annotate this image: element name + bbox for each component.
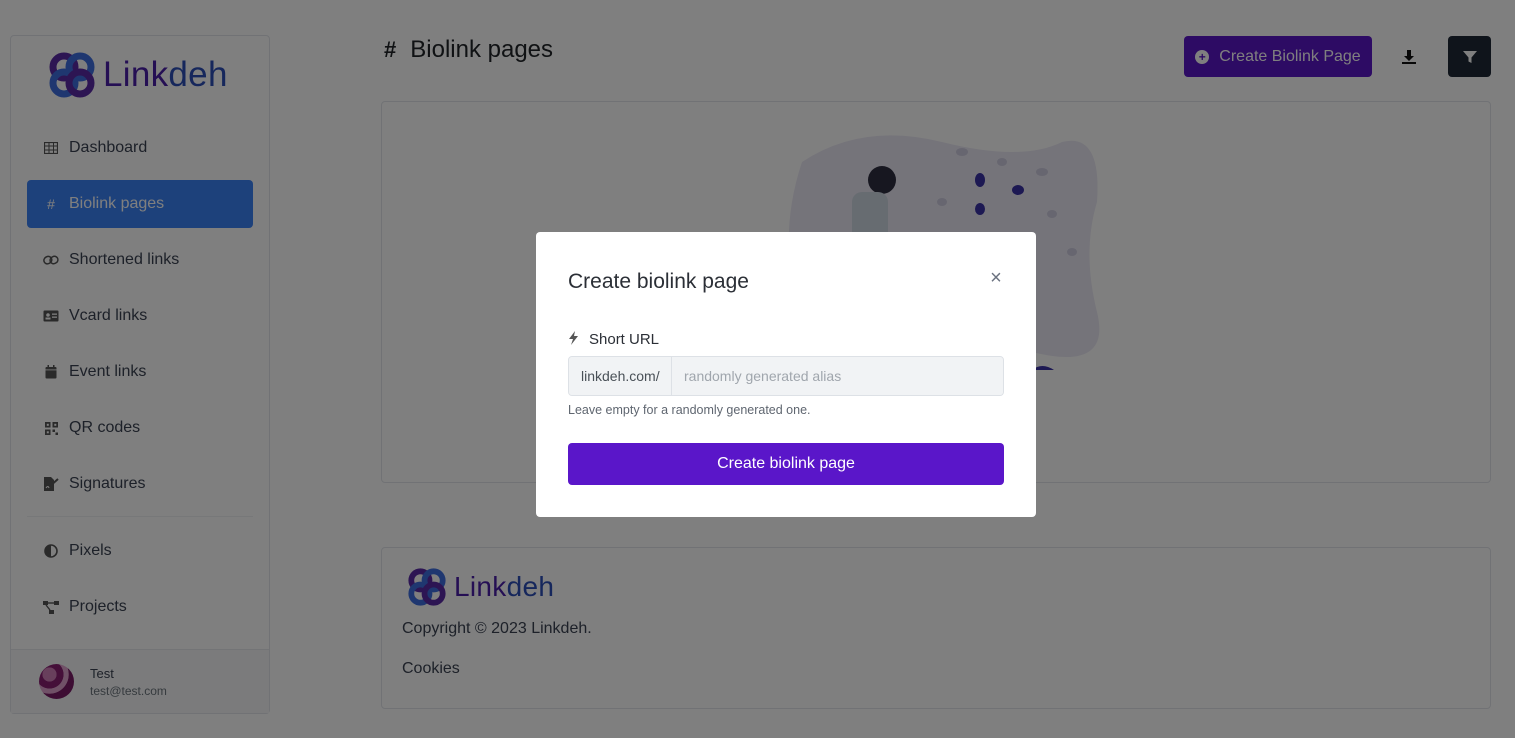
- alias-input[interactable]: [672, 357, 1003, 395]
- short-url-label: Short URL: [568, 331, 659, 348]
- create-biolink-modal: Create biolink page × Short URL linkdeh.…: [536, 232, 1036, 517]
- short-url-input-group: linkdeh.com/: [568, 356, 1004, 396]
- create-biolink-submit-button[interactable]: Create biolink page: [568, 443, 1004, 485]
- short-url-label-text: Short URL: [589, 331, 660, 348]
- help-text: Leave empty for a randomly generated one…: [568, 403, 811, 417]
- modal-title: Create biolink page: [568, 270, 749, 293]
- modal-backdrop[interactable]: Create biolink page × Short URL linkdeh.…: [0, 0, 1515, 738]
- close-icon[interactable]: ×: [986, 268, 1006, 288]
- bolt-icon: [568, 331, 579, 348]
- url-prefix: linkdeh.com/: [569, 357, 672, 395]
